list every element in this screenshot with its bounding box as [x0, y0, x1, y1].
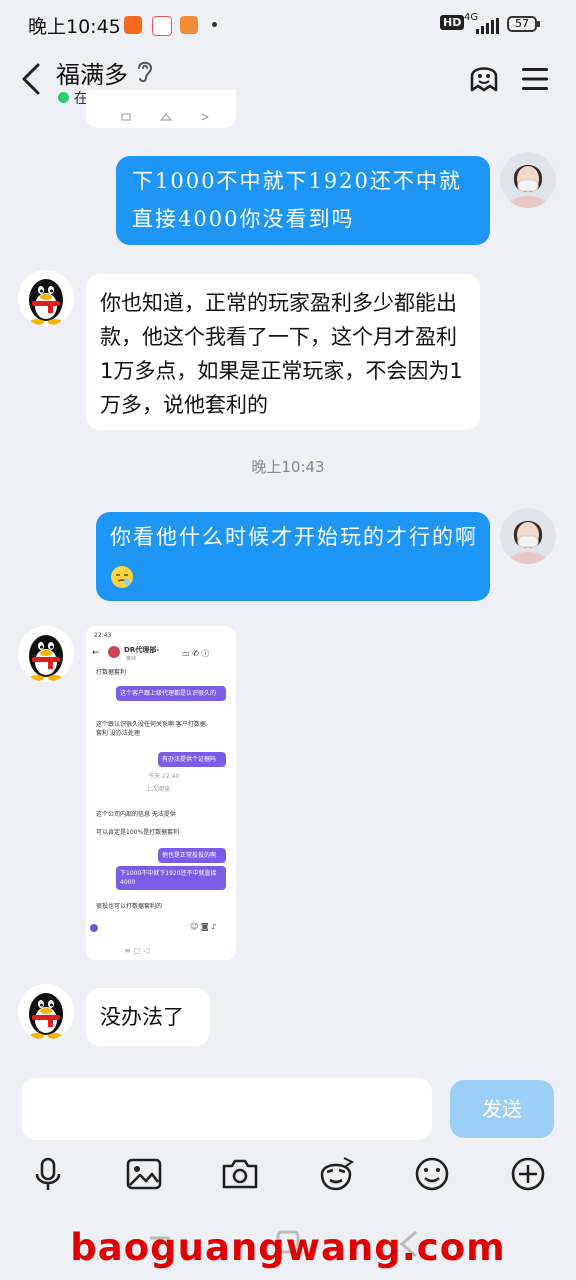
shot-line: 可以肯定是100%是打数据套利	[96, 829, 180, 836]
shot-back-icon: ←	[92, 648, 100, 658]
nav-bar-icons	[121, 113, 210, 121]
shot-line: 这个客户跟上级代理都是认识很久的	[116, 686, 226, 701]
watermark-text: baoguangwang.com	[70, 1226, 506, 1269]
shot-line: 这个跟认识很久没任何关系啊 客户打数据套利 没办法处理	[96, 721, 206, 737]
plus-icon[interactable]	[508, 1154, 548, 1194]
message-input[interactable]	[22, 1078, 432, 1140]
shot-line: 打数据套利	[96, 669, 127, 676]
user-photo-icon	[500, 152, 556, 208]
back-arrow-icon[interactable]	[18, 62, 48, 96]
contact-name[interactable]: 福满多	[56, 55, 128, 90]
earpiece-mode-icon[interactable]	[134, 58, 156, 84]
my-avatar[interactable]	[500, 508, 556, 564]
shot-line: 这个公司内部的信息 无法提供	[96, 811, 176, 818]
more-notifications-dot	[212, 22, 217, 27]
shot-contact-avatar	[108, 646, 120, 658]
microphone-icon[interactable]	[28, 1154, 68, 1194]
shot-line: 下1000不中就下1920还不中就直接4000	[116, 866, 226, 890]
shot-header-icons: ▭ ✆ ⓘ	[182, 649, 210, 658]
menu-icon[interactable]	[520, 66, 550, 92]
send-button[interactable]: 发送	[450, 1080, 554, 1138]
shot-plus-icon	[90, 924, 98, 932]
shot-line: 今天 22:40	[148, 773, 180, 780]
sleepy-emoji-icon	[111, 565, 133, 588]
outgoing-message[interactable]: 下1000不中就下1920还不中就直接4000你没看到吗	[116, 156, 490, 245]
signal-icon	[476, 18, 499, 34]
shot-contact-status: 离线	[126, 656, 137, 662]
message-text: 你看他什么时候才开始玩的才行的啊	[110, 525, 478, 549]
contact-avatar[interactable]	[18, 984, 74, 1040]
online-status-dot	[58, 92, 69, 103]
shot-line: 上次阅读	[146, 786, 171, 793]
shot-contact-name: DR代理部-	[124, 646, 160, 654]
sticker-icon[interactable]	[316, 1154, 356, 1194]
qq-penguin-icon	[29, 635, 63, 681]
message-timestamp: 晚上10:43	[251, 458, 325, 476]
qq-penguin-icon	[29, 993, 63, 1039]
previous-image-card[interactable]	[86, 90, 236, 128]
shot-line: 很投也可以打数据套利的	[96, 903, 163, 910]
emoji-icon[interactable]	[412, 1154, 452, 1194]
battery-icon: 57	[507, 16, 540, 32]
shot-time: 22:43	[94, 632, 112, 639]
shot-nav-icons: ≡ ▢ ◁	[124, 946, 150, 955]
status-time: 晚上10:45	[28, 16, 121, 38]
xiaomi-app-icon	[124, 16, 142, 34]
shot-line: 有办法提供个证据吗	[158, 752, 226, 767]
hd-voice-icon: HD	[440, 15, 465, 30]
qq-penguin-icon	[29, 279, 63, 325]
camera-icon[interactable]	[220, 1154, 260, 1194]
contact-profile-icon[interactable]	[466, 60, 502, 96]
contact-avatar[interactable]	[18, 626, 74, 682]
status-bar: 晚上10:45 HD 4G 57	[0, 0, 576, 50]
map-app-icon	[152, 16, 172, 36]
image-icon[interactable]	[124, 1154, 164, 1194]
shop-app-icon	[180, 16, 198, 34]
incoming-image-message[interactable]: 22:43 ← DR代理部- 离线 ▭ ✆ ⓘ 打数据套利 这个客户跟上级代理都…	[86, 626, 236, 960]
shot-line: 他也是正常投投的啊	[158, 848, 226, 863]
outgoing-message[interactable]: 你看他什么时候才开始玩的才行的啊	[96, 512, 490, 601]
user-photo-icon	[500, 508, 556, 564]
contact-avatar[interactable]	[18, 270, 74, 326]
my-avatar[interactable]	[500, 152, 556, 208]
incoming-message[interactable]: 没办法了	[86, 988, 210, 1046]
shot-composer-icons: ☺ ◙ ♪	[190, 922, 217, 931]
incoming-message[interactable]: 你也知道，正常的玩家盈利多少都能出款，他这个我看了一下，这个月才盈利1万多点，如…	[86, 274, 480, 430]
